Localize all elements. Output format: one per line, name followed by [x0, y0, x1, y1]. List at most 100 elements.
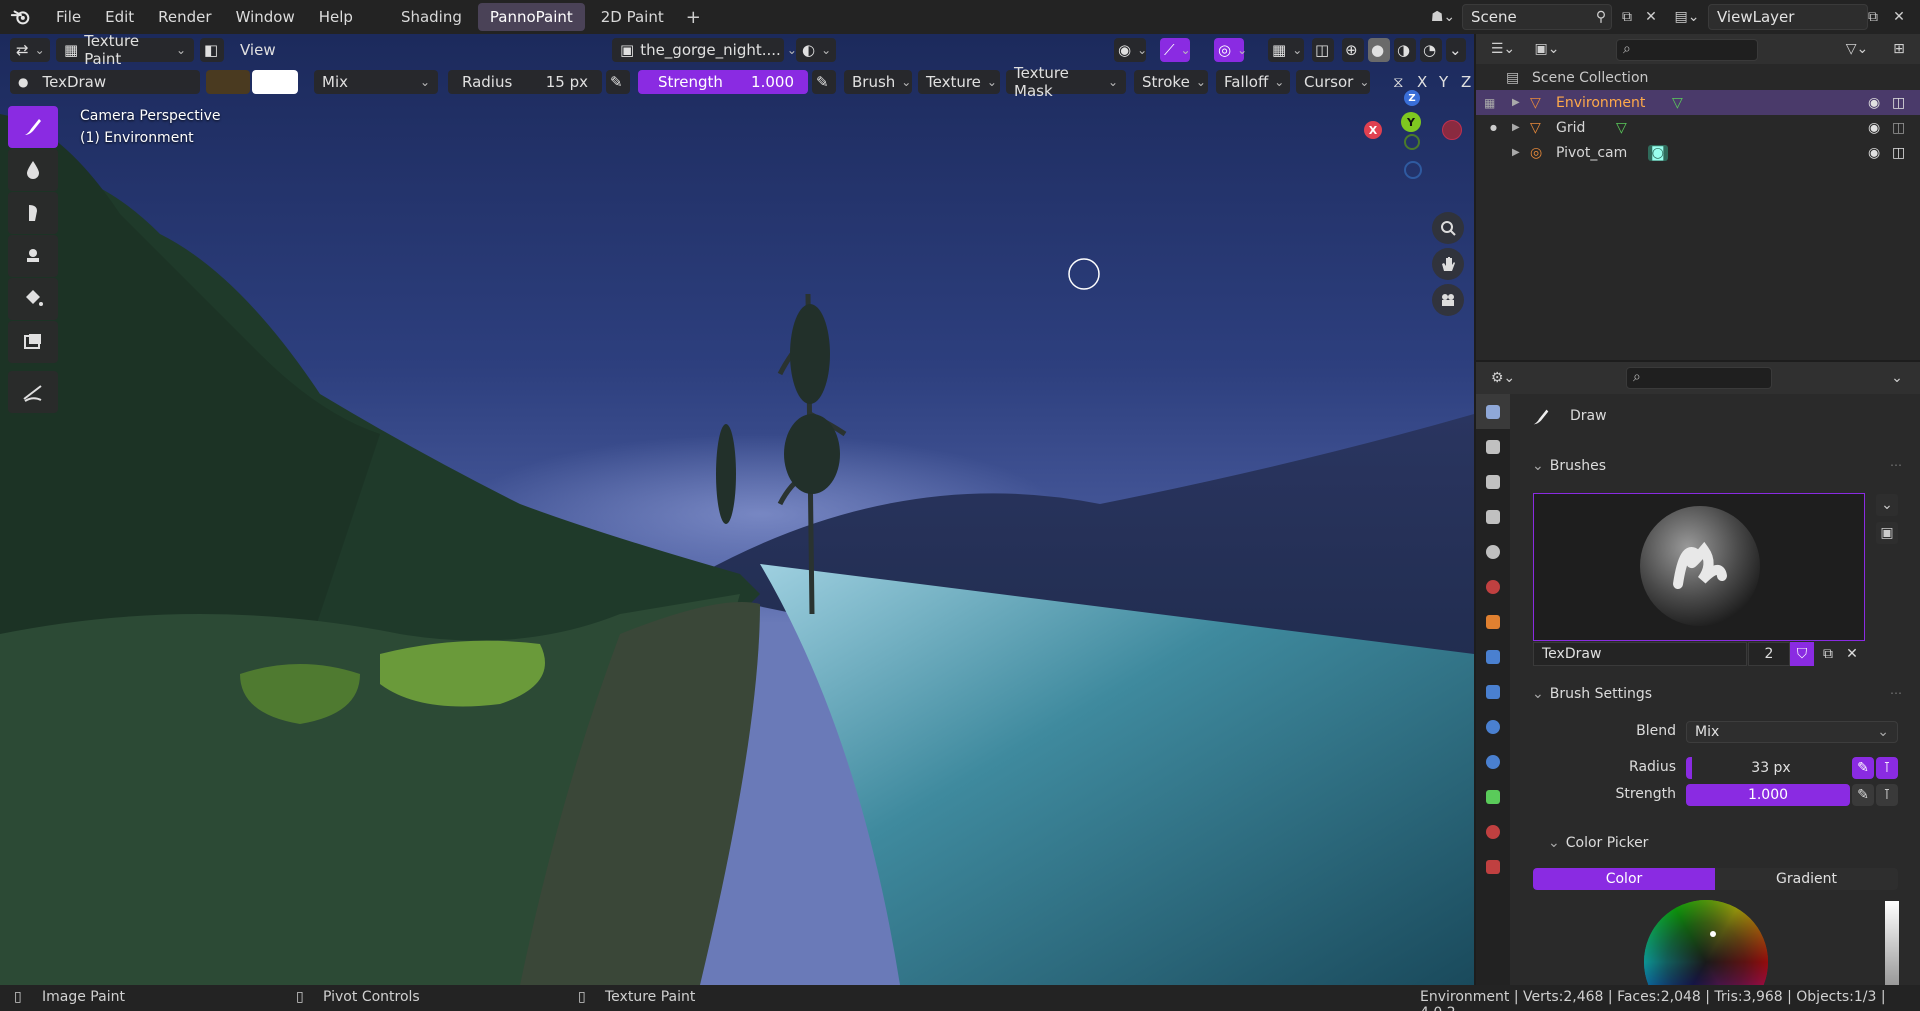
strength-slider[interactable]: Strength 1.000: [638, 70, 808, 94]
camera-view-icon[interactable]: [1432, 284, 1464, 316]
modifier-tab-icon[interactable]: [1476, 639, 1510, 674]
output-tab-icon[interactable]: [1476, 464, 1510, 499]
menu-render[interactable]: Render: [146, 8, 223, 26]
fake-user-shield-icon[interactable]: ⛉: [1790, 642, 1814, 666]
gizmo-neg-z-axis[interactable]: [1404, 161, 1422, 179]
strength-pressure-icon[interactable]: ✎: [812, 70, 836, 94]
visibility-eye-icon[interactable]: ◉: [1868, 120, 1880, 136]
mode-dropdown[interactable]: ▦ Texture Paint: [56, 34, 194, 68]
image-selector[interactable]: ▣ the_gorge_night....: [612, 38, 784, 62]
cursor-menu[interactable]: Cursor: [1296, 70, 1370, 94]
particles-tab-icon[interactable]: [1476, 674, 1510, 709]
blend-dropdown[interactable]: Mix ⌄: [1686, 721, 1898, 743]
drag-handle-icon[interactable]: ⋯: [1890, 686, 1902, 700]
visibility-eye-icon[interactable]: ◉: [1868, 145, 1880, 161]
menu-file[interactable]: File: [44, 8, 93, 26]
wireframe-shading-icon[interactable]: ⊕: [1342, 38, 1364, 62]
outliner-row-environment[interactable]: ▦ ▶ ▽ Environment ▽ ◉ ◫: [1476, 90, 1920, 115]
unlink-brush-icon[interactable]: ✕: [1840, 642, 1864, 666]
pan-hand-icon[interactable]: [1432, 248, 1464, 280]
outliner-search-input[interactable]: ⌕: [1616, 39, 1758, 61]
overlay-toggle-icon[interactable]: ◎: [1214, 38, 1244, 62]
draw-tool-icon[interactable]: [8, 106, 58, 148]
outliner-display-mode-icon[interactable]: ☰⌄: [1486, 38, 1520, 60]
primary-color-swatch[interactable]: [206, 70, 250, 94]
blend-mode-dropdown[interactable]: Mix: [314, 70, 438, 94]
outliner-filter-type-icon[interactable]: ▣⌄: [1530, 38, 1564, 60]
close-viewlayer-icon[interactable]: ✕: [1888, 6, 1910, 28]
radius-pressure-icon[interactable]: ✎: [606, 70, 630, 94]
workspace-tab-pannopaint[interactable]: PannoPaint: [477, 3, 585, 31]
render-camera-icon[interactable]: ◫: [1892, 145, 1905, 161]
pin-icon[interactable]: ⚲: [1590, 6, 1612, 28]
brush-preview[interactable]: [1533, 493, 1865, 641]
texture-mask-menu[interactable]: Texture Mask: [1006, 64, 1126, 100]
viewlayer-selector-icon[interactable]: ▤⌄: [1670, 6, 1704, 28]
rendered-shading-icon[interactable]: ◔: [1420, 38, 1442, 62]
brush-specials-dropdown-icon[interactable]: ⌄: [1876, 494, 1898, 516]
new-viewlayer-icon[interactable]: ⧉: [1862, 6, 1884, 28]
fill-tool-icon[interactable]: [8, 278, 58, 320]
shading-options-icon[interactable]: ⌄: [1446, 38, 1466, 62]
gizmo-x-axis[interactable]: X: [1364, 121, 1382, 139]
color-picker-panel-header[interactable]: ⌄ Color Picker: [1548, 835, 1648, 851]
expand-arrow-icon[interactable]: ▶: [1512, 147, 1520, 158]
gradient-tab[interactable]: Gradient: [1715, 868, 1898, 890]
secondary-color-swatch[interactable]: [252, 70, 298, 94]
brush-image-icon[interactable]: ▣: [1876, 522, 1898, 544]
brush-menu[interactable]: Brush: [844, 70, 912, 94]
clone-tool-icon[interactable]: [8, 235, 58, 277]
camera-data-icon[interactable]: ◙: [1648, 144, 1668, 161]
mirror-z-toggle[interactable]: Z: [1458, 70, 1474, 94]
editor-type-button[interactable]: ⇄: [10, 38, 50, 62]
solid-shading-icon[interactable]: ●: [1368, 38, 1390, 62]
brush-users-count[interactable]: 2: [1748, 642, 1790, 666]
shading-mode-icon[interactable]: ◐: [796, 38, 836, 62]
brush-name-field[interactable]: ● TexDraw: [10, 70, 200, 94]
blender-logo-icon[interactable]: [10, 6, 32, 28]
value-slider[interactable]: [1885, 901, 1899, 985]
scene-tab-icon[interactable]: [1476, 534, 1510, 569]
properties-editor-type-icon[interactable]: ⚙⌄: [1486, 367, 1520, 389]
outliner-filter-icon[interactable]: ▽⌄: [1840, 38, 1874, 60]
outliner-row-pivot-cam[interactable]: ▶ ◎ Pivot_cam ◙ ◉ ◫: [1476, 140, 1920, 165]
stroke-menu[interactable]: Stroke: [1134, 70, 1208, 94]
expand-arrow-icon[interactable]: ▶: [1512, 122, 1520, 133]
physics-tab-icon[interactable]: [1476, 709, 1510, 744]
world-tab-icon[interactable]: [1476, 569, 1510, 604]
gizmo-neg-x-axis[interactable]: [1442, 120, 1462, 140]
annotate-tool-icon[interactable]: [8, 371, 58, 413]
brush-settings-panel-header[interactable]: ⌄ Brush Settings: [1532, 686, 1652, 702]
gizmo-toggle-icon[interactable]: ⟋: [1160, 38, 1190, 62]
zoom-icon[interactable]: [1432, 212, 1464, 244]
gizmo-z-axis[interactable]: Z: [1404, 90, 1420, 106]
radius-unit-icon[interactable]: ⊺: [1876, 757, 1898, 779]
render-camera-icon[interactable]: ◫: [1892, 95, 1905, 111]
view-layer-tab-icon[interactable]: [1476, 499, 1510, 534]
new-collection-icon[interactable]: ⊞: [1888, 38, 1910, 60]
duplicate-brush-icon[interactable]: ⧉: [1816, 642, 1840, 666]
radius-pressure-icon[interactable]: ✎: [1852, 757, 1874, 779]
soften-tool-icon[interactable]: [8, 149, 58, 191]
3d-viewport[interactable]: ⇄ ▦ Texture Paint ◧ View ▣ the_gorge_nig…: [0, 34, 1474, 985]
texture-tab-icon[interactable]: [1476, 849, 1510, 884]
color-wheel-cursor[interactable]: [1710, 931, 1716, 937]
expand-arrow-icon[interactable]: ▶: [1512, 97, 1520, 108]
visibility-icon[interactable]: ◉: [1114, 38, 1146, 62]
outliner-scene-collection[interactable]: ▤ Scene Collection: [1476, 65, 1920, 90]
workspace-tab-shading[interactable]: Shading: [389, 3, 474, 31]
color-wheel[interactable]: [1644, 900, 1768, 985]
view-menu[interactable]: View: [232, 38, 284, 62]
viewlayer-name-field[interactable]: ViewLayer: [1708, 4, 1868, 30]
material-tab-icon[interactable]: [1476, 814, 1510, 849]
material-shading-icon[interactable]: ◑: [1394, 38, 1416, 62]
gizmo-neg-y-axis[interactable]: [1404, 134, 1420, 150]
mesh-data-icon[interactable]: ▽: [1616, 120, 1627, 136]
object-tab-icon[interactable]: [1476, 604, 1510, 639]
scene-selector-icon[interactable]: ☗⌄: [1428, 6, 1458, 28]
mesh-data-icon[interactable]: ▽: [1672, 95, 1683, 111]
paint-mask-icon[interactable]: ◧: [200, 38, 224, 62]
workspace-tab-2d-paint[interactable]: 2D Paint: [589, 3, 676, 31]
data-tab-icon[interactable]: [1476, 779, 1510, 814]
close-scene-icon[interactable]: ✕: [1640, 6, 1662, 28]
